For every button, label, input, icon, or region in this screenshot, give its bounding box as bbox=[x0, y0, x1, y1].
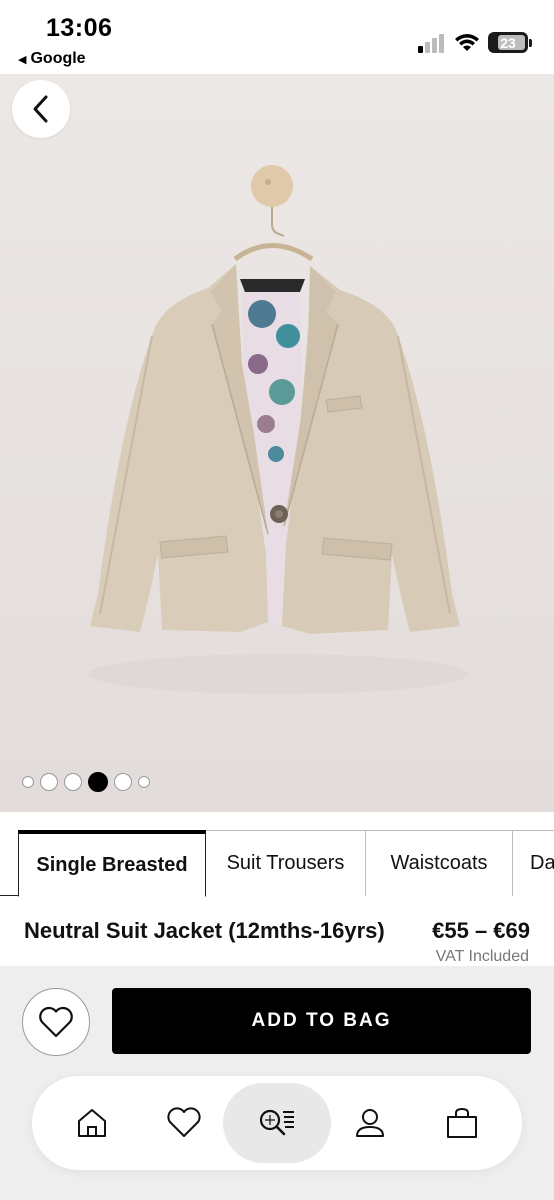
wifi-icon bbox=[455, 33, 479, 51]
product-photo bbox=[88, 165, 468, 694]
bottom-navigation bbox=[32, 1076, 522, 1170]
wishlist-button[interactable] bbox=[22, 988, 90, 1056]
carousel-dot[interactable] bbox=[114, 773, 132, 791]
carousel-dot[interactable] bbox=[40, 773, 58, 791]
carousel-dot[interactable] bbox=[22, 776, 34, 788]
heart-icon bbox=[167, 1107, 201, 1137]
product-tabs: Single Breasted Suit Trousers Waistcoats… bbox=[0, 830, 554, 897]
cellular-signal-icon bbox=[418, 33, 444, 53]
carousel-dot[interactable] bbox=[64, 773, 82, 791]
tab-waistcoats[interactable]: Waistcoats bbox=[365, 830, 513, 896]
account-icon bbox=[356, 1109, 384, 1137]
back-button[interactable] bbox=[12, 80, 70, 138]
clock: 13:06 bbox=[46, 14, 113, 42]
tab-single-breasted[interactable]: Single Breasted bbox=[18, 830, 206, 897]
nav-favourites[interactable] bbox=[144, 1083, 224, 1163]
nav-home[interactable] bbox=[52, 1083, 132, 1163]
home-icon bbox=[78, 1109, 106, 1137]
status-icons: 23 bbox=[418, 32, 532, 53]
action-bar: ADD TO BAG bbox=[0, 966, 554, 1200]
nav-account[interactable] bbox=[330, 1083, 410, 1163]
status-bar: 13:06 ◀ Google 23 bbox=[0, 0, 554, 74]
nav-search[interactable] bbox=[223, 1083, 331, 1163]
chevron-left-icon bbox=[33, 95, 48, 123]
bag-icon bbox=[447, 1107, 477, 1138]
back-app-label: Google bbox=[30, 50, 86, 67]
nav-bag[interactable] bbox=[422, 1083, 502, 1163]
battery-level: 23 bbox=[500, 34, 516, 51]
carousel-dots[interactable] bbox=[22, 772, 150, 792]
search-list-icon bbox=[259, 1109, 294, 1136]
back-to-app-link[interactable]: ◀ Google bbox=[18, 50, 86, 68]
tab-partial[interactable]: Da bbox=[512, 830, 554, 896]
heart-outline-icon bbox=[39, 1006, 73, 1038]
battery-icon: 23 bbox=[488, 32, 528, 53]
carousel-dot[interactable] bbox=[138, 776, 150, 788]
product-title-row: Neutral Suit Jacket (12mths-16yrs) €55 –… bbox=[24, 918, 530, 944]
product-price: €55 – €69 bbox=[432, 918, 530, 943]
back-triangle-icon: ◀ bbox=[18, 53, 27, 66]
vat-note: VAT Included bbox=[435, 948, 529, 965]
carousel-dot-active[interactable] bbox=[88, 772, 108, 792]
product-name: Neutral Suit Jacket (12mths-16yrs) bbox=[24, 918, 385, 943]
tab-suit-trousers[interactable]: Suit Trousers bbox=[205, 830, 366, 896]
add-to-bag-button[interactable]: ADD TO BAG bbox=[112, 988, 531, 1054]
product-image-gallery[interactable] bbox=[0, 74, 554, 812]
